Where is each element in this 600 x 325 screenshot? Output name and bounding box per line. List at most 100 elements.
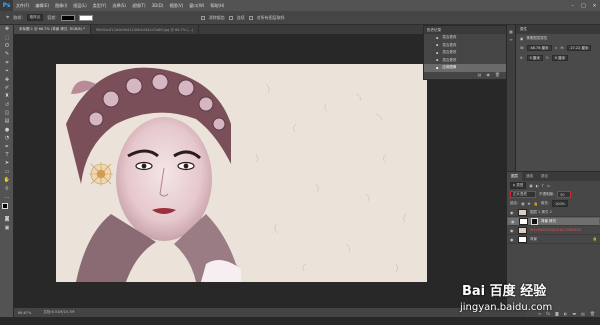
properties-panel-icon[interactable]: ≡ bbox=[507, 37, 515, 45]
layer-row[interactable]: ◉ 背景 🔒 bbox=[507, 235, 600, 244]
fill-field[interactable]: 100% bbox=[551, 200, 568, 207]
canvas-area[interactable] bbox=[14, 34, 427, 308]
menu-view[interactable]: 视图(V) bbox=[166, 3, 186, 9]
tab-document-2[interactable]: 9fe02a1f12b0e9d41240b4d3d1d7a8ff.jpg @ 6… bbox=[91, 25, 200, 34]
blend-mode-select[interactable]: 正片叠底 bbox=[510, 191, 536, 198]
lock-pixels-icon[interactable]: ▦ bbox=[521, 202, 524, 206]
eyedropper-icon[interactable]: ⌖ bbox=[0, 67, 14, 75]
move-tool-icon[interactable]: ✥ bbox=[0, 25, 14, 33]
filter-type-icon[interactable]: T bbox=[542, 184, 544, 188]
type-tool-icon[interactable]: T bbox=[0, 151, 14, 159]
document-canvas[interactable] bbox=[56, 64, 427, 282]
visibility-eye-icon[interactable]: ◉ bbox=[510, 228, 515, 233]
history-item[interactable]: ▪ 混合更改 bbox=[424, 57, 506, 65]
history-item[interactable]: ▪ 混合更改 bbox=[424, 49, 506, 57]
x-field[interactable]: 0 厘米 bbox=[526, 55, 543, 61]
lock-row: 锁定: ▦ ✥ 🔒 填充: 100% bbox=[507, 199, 600, 208]
menu-layer[interactable]: 图层(L) bbox=[70, 3, 89, 9]
layer-row-selected[interactable]: ◉ 背景 拷贝 bbox=[507, 217, 600, 226]
quick-select-tool-icon[interactable]: ✎ bbox=[0, 50, 14, 58]
layer-mask-thumbnail[interactable] bbox=[531, 218, 538, 225]
history-item-selected[interactable]: ▪ 应用图像 bbox=[424, 64, 506, 72]
pen-tool-icon[interactable]: ✒ bbox=[0, 142, 14, 150]
menu-filter[interactable]: 滤镜(T) bbox=[129, 3, 149, 9]
screen-mode-icon[interactable]: ▣ bbox=[0, 224, 14, 232]
lock-position-icon[interactable]: ✥ bbox=[528, 202, 531, 206]
eraser-tool-icon[interactable]: ◫ bbox=[0, 109, 14, 117]
shape-tool-icon[interactable]: ▭ bbox=[0, 168, 14, 176]
brush-tool-icon[interactable]: ✐ bbox=[0, 84, 14, 92]
all-layers-checkbox[interactable] bbox=[248, 15, 253, 20]
filter-pixel-icon[interactable]: ▣ bbox=[529, 184, 532, 188]
more-tools-icon[interactable]: … bbox=[0, 193, 14, 201]
antialias-checkbox[interactable] bbox=[200, 15, 205, 20]
camera-icon[interactable]: ◉ bbox=[486, 72, 490, 79]
hand-tool-icon[interactable]: ✋ bbox=[0, 176, 14, 184]
marquee-tool-icon[interactable]: ⬚ bbox=[0, 33, 14, 41]
color-swatches[interactable] bbox=[0, 203, 13, 215]
layer-thumbnail bbox=[518, 208, 527, 216]
layer-filter-row: p 类型 ▣ ◐ T ▭ bbox=[507, 181, 600, 190]
tab-layers[interactable]: 图层 bbox=[507, 172, 522, 181]
opacity-label: 不透明度: bbox=[539, 192, 555, 196]
opacity-field[interactable]: 50 bbox=[557, 191, 572, 198]
maximize-icon[interactable]: □ bbox=[578, 3, 589, 9]
eyedropper-tool-icon[interactable]: ⌖ bbox=[6, 14, 9, 22]
crop-tool-icon[interactable]: ⌗ bbox=[0, 59, 14, 67]
tab-paths[interactable]: 路径 bbox=[537, 172, 552, 181]
history-state-icon: ▪ bbox=[436, 35, 439, 40]
tab-channels[interactable]: 通道 bbox=[522, 172, 537, 181]
foreground-color[interactable] bbox=[2, 203, 8, 210]
menu-3d[interactable]: 3D(D) bbox=[149, 3, 167, 8]
filter-adjust-icon[interactable]: ◐ bbox=[536, 184, 539, 188]
layer-kind-filter[interactable]: p 类型 bbox=[510, 182, 527, 189]
new-document-icon[interactable]: ▤ bbox=[478, 72, 482, 79]
layer-name: 9f1c0e080162d1b274894f59 bbox=[530, 228, 582, 232]
menu-type[interactable]: 类型(Y) bbox=[90, 3, 110, 9]
contiguous-checkbox[interactable] bbox=[228, 15, 233, 20]
visibility-eye-icon[interactable]: ◉ bbox=[510, 210, 515, 215]
filter-shape-icon[interactable]: ▭ bbox=[547, 184, 550, 188]
sample-select[interactable]: 取样点 bbox=[26, 14, 44, 21]
height-label: H: bbox=[560, 46, 565, 50]
antialias-label: 消除锯齿 bbox=[208, 14, 225, 20]
layer-thumbnail bbox=[519, 218, 528, 225]
menu-select[interactable]: 选择(S) bbox=[109, 3, 129, 9]
blur-tool-icon[interactable]: ● bbox=[0, 126, 14, 134]
layer-row[interactable]: ◉ 9f1c0e080162d1b274894f59 bbox=[507, 226, 600, 235]
menu-file[interactable]: 文件(F) bbox=[13, 3, 32, 9]
zoom-tool-icon[interactable]: ⚲ bbox=[0, 184, 14, 192]
document-size: 文档:6.51M/10.7M bbox=[43, 310, 75, 314]
menu-window[interactable]: 窗口(W) bbox=[186, 3, 207, 9]
height-field[interactable]: 27.22 厘米 bbox=[567, 45, 592, 51]
healing-brush-icon[interactable]: ✚ bbox=[0, 75, 14, 83]
foreground-swatch[interactable] bbox=[60, 14, 75, 21]
path-select-icon[interactable]: ➤ bbox=[0, 159, 14, 167]
trash-icon[interactable]: 🗑 bbox=[495, 72, 500, 79]
history-brush-icon[interactable]: ↺ bbox=[0, 101, 14, 109]
lock-all-icon[interactable]: 🔒 bbox=[533, 202, 537, 206]
menu-image[interactable]: 图像(I) bbox=[52, 3, 70, 9]
clone-stamp-icon[interactable]: ♜ bbox=[0, 92, 14, 100]
tab-document-1[interactable]: 未标题-1 @ 66.7% (背景 拷贝, RGB/8) * bbox=[14, 25, 91, 34]
zoom-level[interactable]: 66.67% bbox=[18, 311, 31, 315]
menu-help[interactable]: 帮助(H) bbox=[207, 3, 227, 9]
menu-edit[interactable]: 编辑(E) bbox=[32, 3, 52, 9]
history-item[interactable]: ▪ 混合更改 bbox=[424, 34, 506, 42]
close-icon[interactable]: × bbox=[589, 3, 600, 9]
history-panel-icon[interactable]: ▦ bbox=[507, 29, 515, 37]
visibility-eye-icon[interactable]: ◉ bbox=[510, 237, 515, 242]
background-swatch[interactable] bbox=[78, 14, 93, 21]
history-item[interactable]: ▪ 混合更改 bbox=[424, 42, 506, 50]
y-field[interactable]: 0 厘米 bbox=[551, 55, 569, 61]
dodge-tool-icon[interactable]: ◔ bbox=[0, 134, 14, 142]
gradient-tool-icon[interactable]: ▤ bbox=[0, 117, 14, 125]
width-field[interactable]: 48.76 厘米 bbox=[527, 45, 552, 51]
photoshop-logo: Ps bbox=[0, 0, 13, 11]
layer-row[interactable]: ◉ 图层 1 拷贝 2 bbox=[507, 208, 600, 217]
link-icon[interactable]: ∞ bbox=[555, 46, 558, 50]
lasso-tool-icon[interactable]: ʘ bbox=[0, 42, 14, 50]
visibility-eye-icon[interactable]: ◉ bbox=[511, 219, 516, 224]
quick-mask-icon[interactable]: ◙ bbox=[0, 215, 14, 223]
minimize-icon[interactable]: – bbox=[567, 3, 578, 9]
